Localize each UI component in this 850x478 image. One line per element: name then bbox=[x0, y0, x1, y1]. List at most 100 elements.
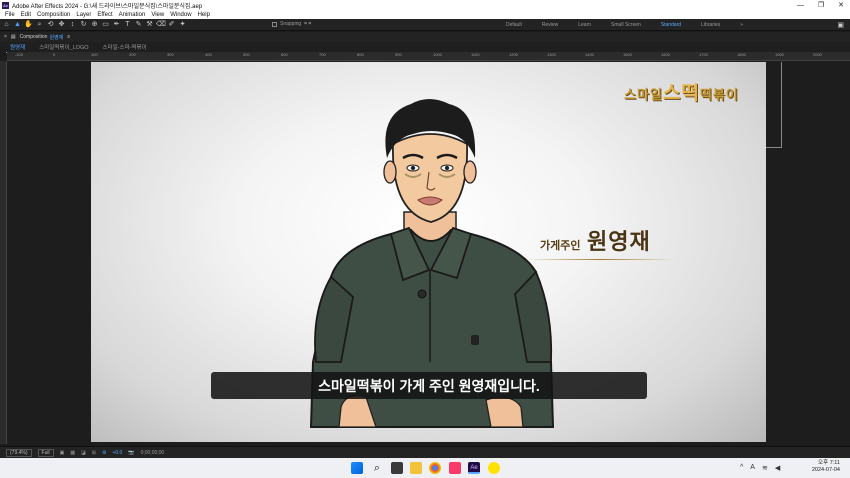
menu-view[interactable]: View bbox=[151, 12, 164, 18]
ruler-tick: 1500 bbox=[623, 52, 632, 57]
task-view-icon[interactable] bbox=[391, 462, 403, 474]
orbit-tool-icon[interactable]: ⟲ bbox=[46, 20, 55, 29]
window-title: Adobe After Effects 2024 - G:\새 드라이브\스마일… bbox=[12, 3, 203, 10]
close-button[interactable]: ✕ bbox=[838, 1, 844, 9]
after-effects-taskbar-icon[interactable]: Ae bbox=[468, 462, 480, 474]
clock[interactable]: 오후 7:11 2024-07-04 bbox=[812, 460, 840, 474]
menu-layer[interactable]: Layer bbox=[76, 12, 91, 18]
rectangle-tool-icon[interactable]: ▭ bbox=[101, 20, 110, 29]
puppet-tool-icon[interactable]: ✦ bbox=[178, 20, 187, 29]
home-icon[interactable]: ⌂ bbox=[2, 20, 11, 29]
panel-toggle-icon[interactable]: ▣ bbox=[837, 21, 844, 29]
ruler-tick: 0 bbox=[53, 52, 56, 57]
ear-left bbox=[383, 160, 397, 184]
viewer-controls: (79.4%) Full ▣ ▦ ◪ ⊞ ⚙ +0.0 📷 0;00;00;00 bbox=[0, 446, 850, 458]
workspace-standard[interactable]: Standard bbox=[661, 22, 681, 28]
eraser-tool-icon[interactable]: ⌫ bbox=[156, 20, 166, 29]
selection-tool-icon[interactable]: ▲ bbox=[13, 20, 22, 29]
lower-third-role: 가게주인 bbox=[540, 240, 581, 252]
ruler-tick: 200 bbox=[129, 52, 136, 57]
transparency-grid-icon[interactable]: ▦ bbox=[70, 450, 75, 456]
ruler-tick: 1800 bbox=[737, 52, 746, 57]
menu-window[interactable]: Window bbox=[170, 12, 191, 18]
ruler-tick: 1600 bbox=[661, 52, 670, 57]
grid-guides-icon[interactable]: ⊞ bbox=[92, 450, 96, 456]
ruler-tick: 1400 bbox=[585, 52, 594, 57]
file-explorer-icon[interactable] bbox=[410, 462, 422, 474]
dolly-tool-icon[interactable]: ↕ bbox=[68, 20, 77, 29]
clock-time: 오후 7:11 bbox=[818, 460, 840, 466]
resolution-select[interactable]: Full bbox=[37, 448, 54, 457]
menu-bar: File Edit Composition Layer Effect Anima… bbox=[0, 10, 850, 19]
brand-logo: 스마일스떡떡볶이 bbox=[624, 78, 739, 104]
type-tool-icon[interactable]: T bbox=[123, 20, 132, 29]
snapping-checkbox[interactable] bbox=[272, 21, 277, 27]
ruler-tick: 500 bbox=[243, 52, 250, 57]
hand-tool-icon[interactable]: ✋ bbox=[24, 20, 33, 29]
input-language[interactable]: A bbox=[750, 464, 755, 472]
clone-stamp-tool-icon[interactable]: ⚒ bbox=[145, 20, 154, 29]
composition-frame[interactable]: 스마일떡볶이 가게 주인 원영재입니다. bbox=[91, 62, 766, 442]
workspace-small-screen[interactable]: Small Screen bbox=[611, 22, 641, 28]
windows-start-icon[interactable] bbox=[351, 462, 363, 474]
snapping-toggle[interactable]: Snapping ⌗ ⌗ bbox=[272, 21, 311, 27]
menu-composition[interactable]: Composition bbox=[37, 12, 70, 18]
system-tray: ^ A ≋ ◀ bbox=[740, 464, 780, 472]
minimize-button[interactable]: — bbox=[797, 2, 804, 9]
workspace-review[interactable]: Review bbox=[542, 22, 558, 28]
ruler-tick: 1000 bbox=[433, 52, 442, 57]
tray-chevron-icon[interactable]: ^ bbox=[740, 464, 743, 472]
horizontal-ruler: -100 0 100 200 300 400 500 600 700 800 900 1000 1100… bbox=[7, 52, 850, 61]
anchor-tool-icon[interactable]: ⊕ bbox=[90, 20, 99, 29]
workspace-default[interactable]: Default bbox=[506, 22, 522, 28]
workspace-learn[interactable]: Learn bbox=[578, 22, 591, 28]
lock-icon[interactable]: ▤ bbox=[11, 34, 16, 40]
workspace-more[interactable]: » bbox=[740, 22, 743, 28]
roto-brush-tool-icon[interactable]: ✐ bbox=[167, 20, 176, 29]
composition-tabs: 원영재 스마일떡볶이_LOGO 스마일-스마-떡볶이 bbox=[0, 42, 850, 53]
lower-third-name: 원영재 bbox=[587, 229, 651, 254]
magnification-select[interactable]: (79.4%) bbox=[6, 448, 32, 457]
brush-tool-icon[interactable]: ✎ bbox=[134, 20, 143, 29]
ruler-tick: 600 bbox=[281, 52, 288, 57]
snapshot-icon[interactable]: 📷 bbox=[128, 450, 134, 456]
title-safe-guide bbox=[765, 62, 782, 148]
logo-suffix: 떡볶이 bbox=[699, 88, 739, 103]
menu-help[interactable]: Help bbox=[198, 12, 210, 18]
workspace-libraries[interactable]: Libraries bbox=[701, 22, 720, 28]
rotate-tool-icon[interactable]: ↻ bbox=[79, 20, 88, 29]
pan-tool-icon[interactable]: ✥ bbox=[57, 20, 66, 29]
panel-menu-icon[interactable]: ≡ bbox=[67, 34, 70, 40]
color-management-icon[interactable]: ⚙ bbox=[102, 450, 106, 456]
maximize-button[interactable]: ❐ bbox=[818, 1, 824, 9]
region-of-interest-icon[interactable]: ▣ bbox=[60, 450, 65, 456]
tab-comp-sub[interactable]: 스마일-스마-떡볶이 bbox=[99, 42, 151, 52]
zoom-tool-icon[interactable]: ⌕ bbox=[35, 20, 44, 29]
ruler-tick: 100 bbox=[91, 52, 98, 57]
menu-file[interactable]: File bbox=[5, 12, 15, 18]
kakaotalk-icon[interactable] bbox=[488, 462, 500, 474]
close-panel-icon[interactable]: × bbox=[4, 34, 7, 40]
chrome-icon[interactable] bbox=[429, 462, 441, 474]
volume-icon[interactable]: ◀ bbox=[775, 464, 780, 472]
pupil-left bbox=[410, 165, 416, 171]
snapping-options-icon[interactable]: ⌗ ⌗ bbox=[304, 21, 311, 27]
menu-effect[interactable]: Effect bbox=[97, 12, 112, 18]
wifi-icon[interactable]: ≋ bbox=[762, 464, 768, 472]
vertical-ruler bbox=[0, 61, 7, 444]
search-icon[interactable]: ⌕ bbox=[371, 462, 383, 474]
subtitle-bar: 스마일떡볶이 가게 주인 원영재입니다. bbox=[211, 372, 647, 399]
pen-tool-icon[interactable]: ✒ bbox=[112, 20, 121, 29]
current-timecode[interactable]: 0;00;00;00 bbox=[141, 450, 165, 456]
tab-comp-logo[interactable]: 스마일떡볶이_LOGO bbox=[35, 42, 92, 52]
tab-comp-main[interactable]: 원영재 bbox=[6, 42, 30, 53]
panel-label: Composition bbox=[19, 34, 48, 40]
exposure-value[interactable]: +0.0 bbox=[112, 450, 122, 456]
itunes-icon[interactable] bbox=[449, 462, 461, 474]
panel-comp-name[interactable]: 원영재 bbox=[49, 34, 63, 41]
menu-animation[interactable]: Animation bbox=[119, 12, 146, 18]
mask-visibility-icon[interactable]: ◪ bbox=[81, 450, 86, 456]
composition-panel-header: × ▤ Composition 원영재 ≡ bbox=[0, 32, 850, 42]
menu-edit[interactable]: Edit bbox=[21, 12, 31, 18]
tools-panel: ⌂ ▲ ✋ ⌕ ⟲ ✥ ↕ ↻ ⊕ ▭ ✒ T ✎ ⚒ ⌫ ✐ ✦ Snappi… bbox=[0, 19, 850, 31]
